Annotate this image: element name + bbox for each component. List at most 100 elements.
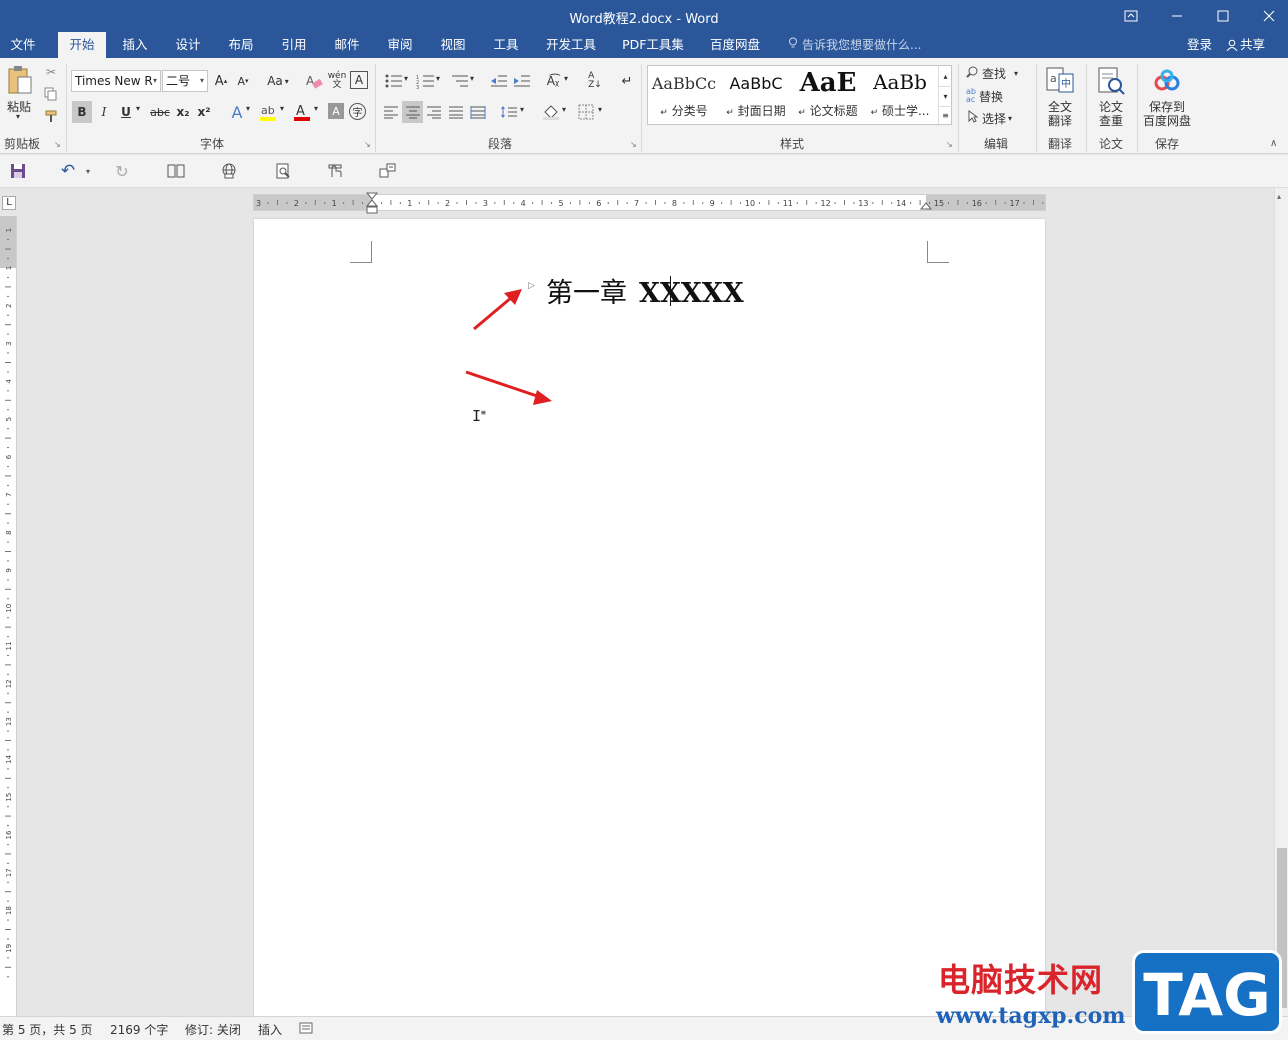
- character-shading-icon[interactable]: A: [328, 103, 344, 119]
- paper-check-icon[interactable]: [1095, 64, 1127, 98]
- translate-icon[interactable]: a中: [1044, 64, 1076, 98]
- login-link[interactable]: 登录: [1187, 32, 1212, 58]
- page-count[interactable]: 第 5 页，共 5 页: [2, 1021, 93, 1038]
- tab-mailings[interactable]: 邮件: [324, 32, 370, 58]
- tab-insert[interactable]: 插入: [112, 32, 158, 58]
- show-marks-icon[interactable]: ↵: [617, 71, 637, 91]
- tab-developer[interactable]: 开发工具: [538, 32, 604, 58]
- macro-record-icon[interactable]: [299, 1022, 313, 1037]
- right-indent-marker[interactable]: [919, 199, 933, 213]
- close-icon[interactable]: [1246, 0, 1288, 32]
- tab-layout[interactable]: 布局: [218, 32, 264, 58]
- share-button[interactable]: 共享: [1226, 32, 1265, 60]
- touch-mode-icon[interactable]: [325, 162, 345, 180]
- cut-icon[interactable]: ✂: [43, 64, 59, 80]
- numbering-icon[interactable]: 123: [414, 71, 438, 91]
- align-left-icon[interactable]: [381, 102, 401, 122]
- tab-review[interactable]: 审阅: [377, 32, 423, 58]
- first-line-indent-marker[interactable]: [365, 192, 379, 217]
- multilevel-dropdown-icon[interactable]: ▾: [470, 74, 474, 83]
- strikethrough-button[interactable]: abc: [148, 101, 172, 123]
- align-center-icon[interactable]: [402, 101, 423, 123]
- shading-icon[interactable]: [541, 102, 561, 122]
- decrease-indent-icon[interactable]: [489, 71, 509, 91]
- highlight-dropdown-icon[interactable]: ▾: [280, 104, 284, 113]
- styles-scroll-down-icon[interactable]: ▾: [938, 86, 952, 106]
- tab-file[interactable]: 文件: [0, 32, 46, 58]
- style-classification[interactable]: AaBbCc ↵ 分类号: [648, 66, 720, 124]
- sort-icon[interactable]: A Z↓: [585, 70, 605, 92]
- web-layout-icon[interactable]: [219, 162, 239, 180]
- save-icon[interactable]: [8, 162, 28, 180]
- change-case-button[interactable]: Aa ▾: [262, 71, 294, 91]
- paper-check-button[interactable]: 论文 查重: [1091, 100, 1131, 128]
- track-changes-status[interactable]: 修订: 关闭: [185, 1021, 241, 1038]
- shading-dropdown-icon[interactable]: ▾: [562, 105, 566, 114]
- underline-button[interactable]: U: [118, 101, 134, 123]
- tab-baidu-netdisk[interactable]: 百度网盘: [700, 32, 770, 58]
- superscript-button[interactable]: x²: [195, 101, 213, 123]
- vertical-scrollbar[interactable]: ▴: [1274, 188, 1288, 1016]
- tab-home[interactable]: 开始: [58, 32, 106, 58]
- horizontal-ruler[interactable]: 3 2 1 1 2 3 4 5 6 7 8 9 10 11 12 13 14 15 16 17: [253, 192, 1046, 214]
- customize-icon[interactable]: [378, 162, 398, 180]
- undo-icon[interactable]: ↶: [58, 161, 78, 181]
- line-spacing-dropdown-icon[interactable]: ▾: [520, 105, 524, 114]
- tab-design[interactable]: 设计: [165, 32, 211, 58]
- numbering-dropdown-icon[interactable]: ▾: [436, 74, 440, 83]
- style-master[interactable]: AaBb ↵ 硕士学...: [864, 66, 936, 124]
- styles-scroll-up-icon[interactable]: ▴: [938, 66, 952, 86]
- copy-icon[interactable]: [43, 86, 59, 102]
- font-launcher-icon[interactable]: ↘: [364, 140, 371, 149]
- tab-pdf-tools[interactable]: PDF工具集: [614, 32, 692, 58]
- underline-dropdown-icon[interactable]: ▾: [136, 104, 140, 113]
- minimize-icon[interactable]: [1154, 0, 1200, 32]
- vertical-ruler[interactable]: 1 1 2 3 4 5 6 7 8 9 10 11 12 13 14 15 16 17 18 19: [0, 216, 17, 1016]
- select-button[interactable]: 选择 ▾: [968, 109, 1012, 127]
- redo-icon[interactable]: ↻: [112, 162, 132, 181]
- align-right-icon[interactable]: [424, 102, 444, 122]
- chapter-heading[interactable]: 第一章 XXXXX: [546, 271, 744, 310]
- enclose-characters-icon[interactable]: 字: [349, 103, 366, 120]
- font-color-dropdown-icon[interactable]: ▾: [314, 104, 318, 113]
- find-button[interactable]: 查找 ▾: [966, 64, 1018, 82]
- italic-button[interactable]: I: [95, 101, 113, 123]
- justify-icon[interactable]: [446, 102, 466, 122]
- clipboard-launcher-icon[interactable]: ↘: [54, 140, 61, 149]
- replace-button[interactable]: ab ac 替换: [966, 87, 1003, 105]
- increase-indent-icon[interactable]: [512, 71, 532, 91]
- read-mode-icon[interactable]: [166, 162, 186, 180]
- borders-icon[interactable]: [576, 102, 596, 122]
- style-cover-date[interactable]: AaBbC ↵ 封面日期: [720, 66, 792, 124]
- borders-dropdown-icon[interactable]: ▾: [598, 105, 602, 114]
- tab-view[interactable]: 视图: [430, 32, 476, 58]
- baidu-netdisk-icon[interactable]: [1150, 66, 1184, 96]
- paragraph-launcher-icon[interactable]: ↘: [630, 140, 637, 149]
- bullets-icon[interactable]: [382, 71, 406, 91]
- document-page[interactable]: ▷ 第一章 XXXXX I≡: [254, 219, 1045, 1019]
- chinese-layout-icon[interactable]: A͡ᵪ: [542, 71, 564, 91]
- collapse-heading-icon[interactable]: ▷: [528, 281, 535, 291]
- chinese-layout-dropdown-icon[interactable]: ▾: [564, 74, 568, 83]
- tell-me-search[interactable]: 告诉我您想要做什么...: [788, 32, 921, 58]
- grow-font-icon[interactable]: A ▴: [212, 71, 230, 91]
- scroll-up-icon[interactable]: ▴: [1277, 192, 1281, 201]
- bold-button[interactable]: B: [72, 101, 92, 123]
- undo-dropdown-icon[interactable]: ▾: [78, 162, 98, 180]
- style-paper-title[interactable]: AaE ↵ 论文标题: [792, 66, 864, 124]
- line-spacing-icon[interactable]: [499, 102, 519, 122]
- tab-tools[interactable]: 工具: [483, 32, 529, 58]
- distributed-icon[interactable]: [468, 102, 488, 122]
- subscript-button[interactable]: x₂: [174, 101, 192, 123]
- translate-button[interactable]: 全文 翻译: [1040, 100, 1080, 128]
- multilevel-list-icon[interactable]: [448, 71, 472, 91]
- character-border-icon[interactable]: A: [350, 71, 368, 89]
- tab-selector[interactable]: L: [2, 196, 16, 210]
- text-effects-icon[interactable]: A: [226, 101, 248, 123]
- styles-more-icon[interactable]: ≡: [938, 106, 952, 124]
- paste-dropdown-icon[interactable]: ▾: [16, 112, 20, 121]
- insert-mode-status[interactable]: 插入: [258, 1021, 282, 1038]
- format-painter-icon[interactable]: [43, 108, 61, 124]
- font-name-combo[interactable]: Times New R ▾: [71, 70, 161, 92]
- collapse-ribbon-icon[interactable]: ∧: [1270, 138, 1277, 149]
